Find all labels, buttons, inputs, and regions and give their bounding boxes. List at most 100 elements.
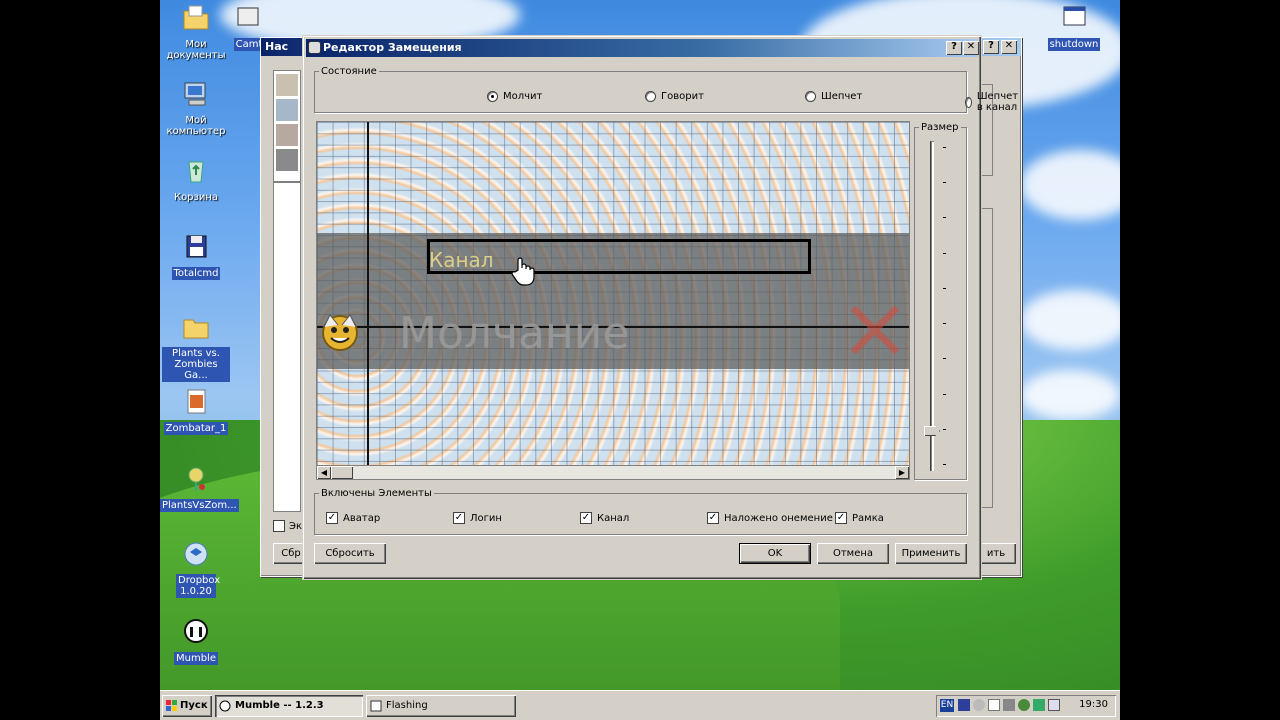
config-page-icon <box>276 99 298 121</box>
desktop-icon-totalcmd[interactable]: Totalcmd <box>160 233 232 280</box>
back-window-apply-button[interactable]: ить <box>976 543 1016 564</box>
checkbox-box: ✓ <box>580 512 592 524</box>
radio-silent[interactable]: Молчит <box>487 91 542 102</box>
radio-dot <box>805 91 816 102</box>
cloud <box>1020 290 1120 350</box>
start-button[interactable]: Пуск <box>162 695 212 717</box>
desktop-icon-label: Plants vs. Zombies Ga... <box>162 347 230 382</box>
state-group: Состояние <box>314 66 967 113</box>
overlay-preview[interactable]: Канал Молчание <box>316 121 910 467</box>
cancel-button[interactable]: Отмена <box>817 543 889 564</box>
apply-button[interactable]: Применить <box>895 543 967 564</box>
desktop-icon-label: Корзина <box>173 192 219 203</box>
ok-button[interactable]: OK <box>739 543 811 564</box>
dropbox-icon <box>184 542 208 566</box>
task-label: Flashing <box>386 700 428 711</box>
desktop-icon-plantsvszom-shortcut[interactable]: PlantsVsZom... <box>160 465 239 512</box>
network-tray-icon[interactable] <box>1018 699 1030 711</box>
radio-label: Молчит <box>503 91 543 102</box>
help-button[interactable]: ? <box>946 41 962 55</box>
window-shortcut-icon <box>1063 6 1086 26</box>
muted-x-icon[interactable] <box>845 300 905 360</box>
floppy-tray-icon[interactable] <box>958 699 970 711</box>
radio-label: Шепчет в канал <box>976 91 1019 113</box>
desktop-icon-mumble[interactable]: Mumble <box>160 618 232 665</box>
help-button[interactable]: ? <box>983 40 999 54</box>
taskbar-item-flashing[interactable]: Flashing <box>366 695 516 717</box>
avatar-icon[interactable] <box>318 309 362 353</box>
system-tray: EN 19:30 <box>936 695 1116 717</box>
scroll-thumb[interactable] <box>331 466 353 479</box>
desktop-icon-my-documents[interactable]: Мои документы <box>160 4 232 62</box>
check-avatar[interactable]: ✓ Аватар <box>326 512 380 524</box>
check-channel[interactable]: ✓ Канал <box>580 512 629 524</box>
radio-label: Говорит <box>661 91 704 102</box>
floppy-disk-icon <box>186 235 207 258</box>
check-frame[interactable]: ✓ Рамка <box>835 512 884 524</box>
recycle-bin-icon <box>188 161 204 183</box>
slider-tick <box>943 429 946 430</box>
app-tray-icon[interactable] <box>1048 699 1060 711</box>
monitor-tray-icon[interactable] <box>1003 699 1015 711</box>
desktop-icon-my-computer[interactable]: Мой компьютер <box>160 80 232 138</box>
mumble-icon <box>219 700 231 712</box>
slider-tick <box>943 323 946 324</box>
clock[interactable]: 19:30 <box>1079 699 1108 710</box>
dialog-title-bar[interactable]: Редактор Замещения ? ✕ <box>306 39 979 57</box>
image-file-icon <box>187 389 206 414</box>
username-text[interactable]: Молчание <box>399 308 629 359</box>
back-window-sidebar[interactable] <box>273 70 301 182</box>
camera-icon <box>237 7 259 26</box>
scroll-left-button[interactable]: ◀ <box>317 466 331 479</box>
desktop-icon-label: Мои документы <box>166 39 226 61</box>
checkbox-label: Аватар <box>343 512 381 524</box>
slider-tick <box>943 147 946 148</box>
check-login[interactable]: ✓ Логин <box>453 512 502 524</box>
desktop-icon-label: Totalcmd <box>171 267 221 280</box>
close-button[interactable]: ✕ <box>1001 40 1017 54</box>
radio-talking[interactable]: Говорит <box>645 91 704 102</box>
mumble-app-icon <box>308 41 321 54</box>
app-tray-icon[interactable] <box>1033 699 1045 711</box>
desktop-icon-plants-vs-zombies[interactable]: Plants vs. Zombies Ga... <box>160 313 232 382</box>
preview-horizontal-scrollbar[interactable]: ◀ ▶ <box>316 465 910 480</box>
cloud <box>1020 150 1120 220</box>
windows-logo-icon <box>166 700 177 711</box>
radio-whisper[interactable]: Шепчет <box>805 91 862 102</box>
desktop-icon-recycle-bin[interactable]: Корзина <box>160 157 232 204</box>
desktop-icon-dropbox[interactable]: Dropbox 1.0.20 <box>160 540 232 598</box>
slider-tick <box>943 182 946 183</box>
close-button[interactable]: ✕ <box>963 41 979 55</box>
cloud <box>1020 370 1120 420</box>
radio-label: Шепчет <box>821 91 863 102</box>
hand-cursor-icon <box>511 257 535 286</box>
state-group-label: Состояние <box>321 66 377 77</box>
check-muted[interactable]: ✓ Наложено онемение <box>707 512 833 524</box>
desktop-icon-shutdown[interactable]: shutdown <box>1038 4 1110 51</box>
language-indicator[interactable]: EN <box>940 699 954 712</box>
radio-whisper-channel[interactable]: Шепчет в канал <box>965 91 1022 113</box>
checkbox-label: Эк <box>289 520 303 532</box>
channel-text[interactable]: Канал <box>429 248 494 272</box>
slider-tick <box>943 464 946 465</box>
checkbox-box: ✓ <box>326 512 338 524</box>
desktop: Мои документы Мой компьютер Корзина Tota… <box>160 0 1120 720</box>
checkbox-box: ✓ <box>835 512 847 524</box>
back-window-list <box>273 182 301 512</box>
scroll-right-button[interactable]: ▶ <box>895 466 909 479</box>
slider-tick <box>943 394 946 395</box>
desktop-icon-zombatar[interactable]: Zombatar_1 <box>160 388 232 435</box>
checkbox-label: Наложено онемение <box>724 512 833 524</box>
document-tray-icon[interactable] <box>988 699 1000 711</box>
slider-tick <box>943 288 946 289</box>
radio-dot <box>645 91 656 102</box>
reset-button[interactable]: Сбросить <box>314 543 386 564</box>
overlay-editor-dialog[interactable]: Редактор Замещения ? ✕ Состояние Молчит … <box>302 35 1018 580</box>
desktop-icon-label: Zombatar_1 <box>163 422 229 435</box>
size-slider-track[interactable] <box>930 141 934 471</box>
radio-dot <box>965 96 972 108</box>
taskbar-item-mumble[interactable]: Mumble -- 1.2.3 <box>215 695 363 717</box>
drive-tray-icon[interactable] <box>973 699 985 711</box>
task-label: Mumble -- 1.2.3 <box>235 700 324 711</box>
back-window-checkbox[interactable]: Эк <box>273 520 302 532</box>
